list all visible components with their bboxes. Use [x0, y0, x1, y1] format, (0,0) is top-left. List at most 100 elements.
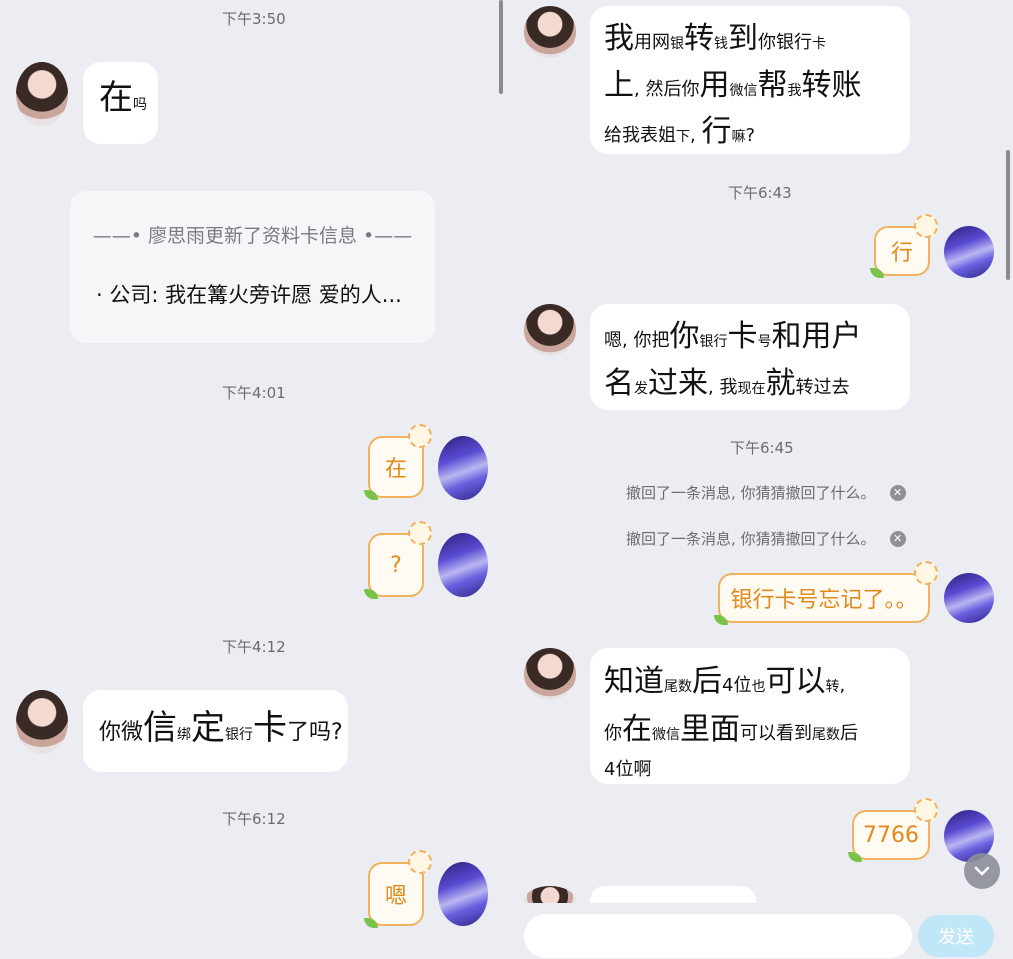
message-text: 了吗? — [287, 720, 343, 745]
message-text: 定 — [191, 708, 226, 748]
message-text: 尾数 — [812, 727, 840, 743]
message-text: 在 — [99, 78, 133, 118]
message-text: 银行 — [699, 334, 728, 350]
leaf-icon — [364, 589, 378, 599]
sticker-text: 在 — [384, 457, 407, 482]
message-bubble[interactable]: 我用网银转钱到你银行卡 上, 然后你用微信帮我转账 给我表姐下, 行嘛? — [590, 6, 910, 154]
sticker-message[interactable]: 银行卡号忘记了。。 — [714, 561, 938, 625]
sticker-message[interactable]: 嗯 — [364, 850, 432, 928]
profile-card-body: · 公司: 我在篝火旁许愿 爱的人... — [96, 283, 402, 307]
sticker-message[interactable]: 7766 — [848, 798, 938, 862]
recall-text: 撤回了一条消息, 你猜猜撤回了什么。 — [626, 530, 876, 548]
left-chat-pane[interactable]: 下午3:50 在吗 ——• 廖思雨更新了资料卡信息 •—— · 公司: 我在篝火… — [0, 0, 505, 959]
message-text: 微信 — [729, 83, 758, 99]
send-button[interactable]: 发送 — [918, 915, 994, 957]
message-text: 信 — [143, 708, 178, 748]
contact-avatar[interactable] — [524, 648, 576, 700]
sticker-message[interactable]: 在 — [364, 424, 432, 500]
my-avatar[interactable] — [438, 533, 488, 597]
message-text: 后 — [840, 723, 858, 744]
message-text: 里面 — [680, 712, 740, 747]
message-text: 名 — [604, 366, 634, 401]
message-text: 嘛 — [731, 129, 746, 145]
message-text: , — [839, 675, 846, 696]
close-icon[interactable]: ✕ — [889, 484, 906, 501]
message-text: 在 — [622, 712, 652, 747]
message-bubble[interactable]: 你微信绑定银行卡了吗? — [83, 690, 348, 772]
message-text: 我 — [787, 83, 802, 99]
message-text: 和用户 — [771, 319, 862, 354]
message-text: 可以看到 — [740, 723, 812, 744]
message-text: ? — [745, 125, 756, 146]
message-text: 过来 — [648, 366, 708, 401]
right-scrollbar[interactable] — [1006, 150, 1010, 280]
message-bubble[interactable]: 知道尾数后4位也可以转, 你在微信里面可以看到尾数后 4位啊 — [590, 648, 910, 784]
timestamp: 下午6:45 — [730, 439, 794, 457]
my-avatar[interactable] — [438, 862, 488, 926]
sun-icon — [408, 850, 432, 874]
my-avatar[interactable] — [944, 226, 994, 278]
leaf-icon — [714, 615, 728, 625]
message-text: 发 — [634, 381, 648, 397]
message-text: 4位 — [722, 675, 752, 696]
contact-avatar[interactable] — [524, 304, 576, 356]
message-text: 现在 — [737, 381, 766, 397]
sticker-text: 嗯 — [384, 884, 407, 909]
recall-notice: 撤回了一条消息, 你猜猜撤回了什么。 ✕ — [626, 482, 906, 503]
contact-avatar[interactable] — [16, 62, 68, 126]
message-text: 你 — [604, 723, 622, 744]
contact-avatar[interactable] — [16, 690, 68, 754]
message-text: 你微 — [99, 720, 144, 745]
message-text: 用网 — [634, 32, 670, 53]
message-text: 用 — [699, 68, 730, 103]
sun-icon — [914, 561, 938, 585]
contact-avatar[interactable] — [524, 6, 576, 58]
message-text: 到 — [728, 21, 758, 56]
sticker-text: 行 — [890, 241, 913, 266]
leaf-icon — [364, 918, 378, 928]
profile-update-card[interactable]: ——• 廖思雨更新了资料卡信息 •—— · 公司: 我在篝火旁许愿 爱的人... — [70, 191, 435, 343]
sticker-text: 银行卡号忘记了。。 — [730, 588, 918, 613]
profile-card-title: ——• 廖思雨更新了资料卡信息 •—— — [92, 225, 413, 247]
sun-icon — [408, 521, 432, 545]
sun-icon — [408, 424, 432, 448]
sticker-message[interactable]: ? — [364, 521, 432, 599]
my-avatar[interactable] — [944, 573, 994, 623]
message-text: 帮 — [757, 68, 788, 103]
my-avatar[interactable] — [438, 436, 488, 500]
message-text: , 我 — [708, 377, 738, 398]
message-text: 转账 — [801, 68, 862, 103]
message-text: 转过去 — [795, 377, 850, 398]
message-text: , — [690, 125, 702, 146]
message-input[interactable] — [524, 914, 912, 958]
message-text: , 然后你 — [634, 79, 700, 100]
message-bubble[interactable]: 嗯, 你把你银行卡号和用户 名发过来, 我现在就转过去 — [590, 304, 910, 410]
message-text: 银行 — [225, 727, 254, 743]
message-text: 也 — [751, 679, 766, 695]
sticker-text: ? — [390, 552, 402, 578]
message-text: 上 — [604, 68, 634, 103]
message-text: 绑 — [177, 727, 192, 743]
message-bubble[interactable]: 在吗 — [83, 62, 158, 144]
message-text: 微信 — [652, 727, 680, 743]
message-text: 尾数 — [664, 679, 692, 695]
message-text: 4位啊 — [604, 759, 652, 780]
input-bar: 发送 — [506, 903, 1013, 959]
close-icon[interactable]: ✕ — [889, 530, 906, 547]
message-text: 卡 — [812, 36, 826, 52]
sticker-message[interactable]: 行 — [870, 214, 938, 278]
recall-text: 撤回了一条消息, 你猜猜撤回了什么。 — [626, 484, 876, 502]
sun-icon — [914, 798, 938, 822]
leaf-icon — [848, 852, 862, 862]
left-scrollbar[interactable] — [499, 0, 503, 94]
right-chat-pane[interactable]: 我用网银转钱到你银行卡 上, 然后你用微信帮我转账 给我表姐下, 行嘛? 下午6… — [506, 0, 1013, 959]
message-text: 你银行 — [758, 32, 812, 53]
message-text: 知道 — [604, 664, 664, 699]
timestamp: 下午4:12 — [222, 638, 286, 656]
leaf-icon — [870, 268, 884, 278]
timestamp: 下午3:50 — [222, 10, 286, 28]
sun-icon — [914, 214, 938, 238]
message-text: 下 — [676, 129, 690, 145]
message-text: 转 — [825, 679, 840, 695]
chevron-down-icon[interactable] — [964, 853, 1000, 889]
